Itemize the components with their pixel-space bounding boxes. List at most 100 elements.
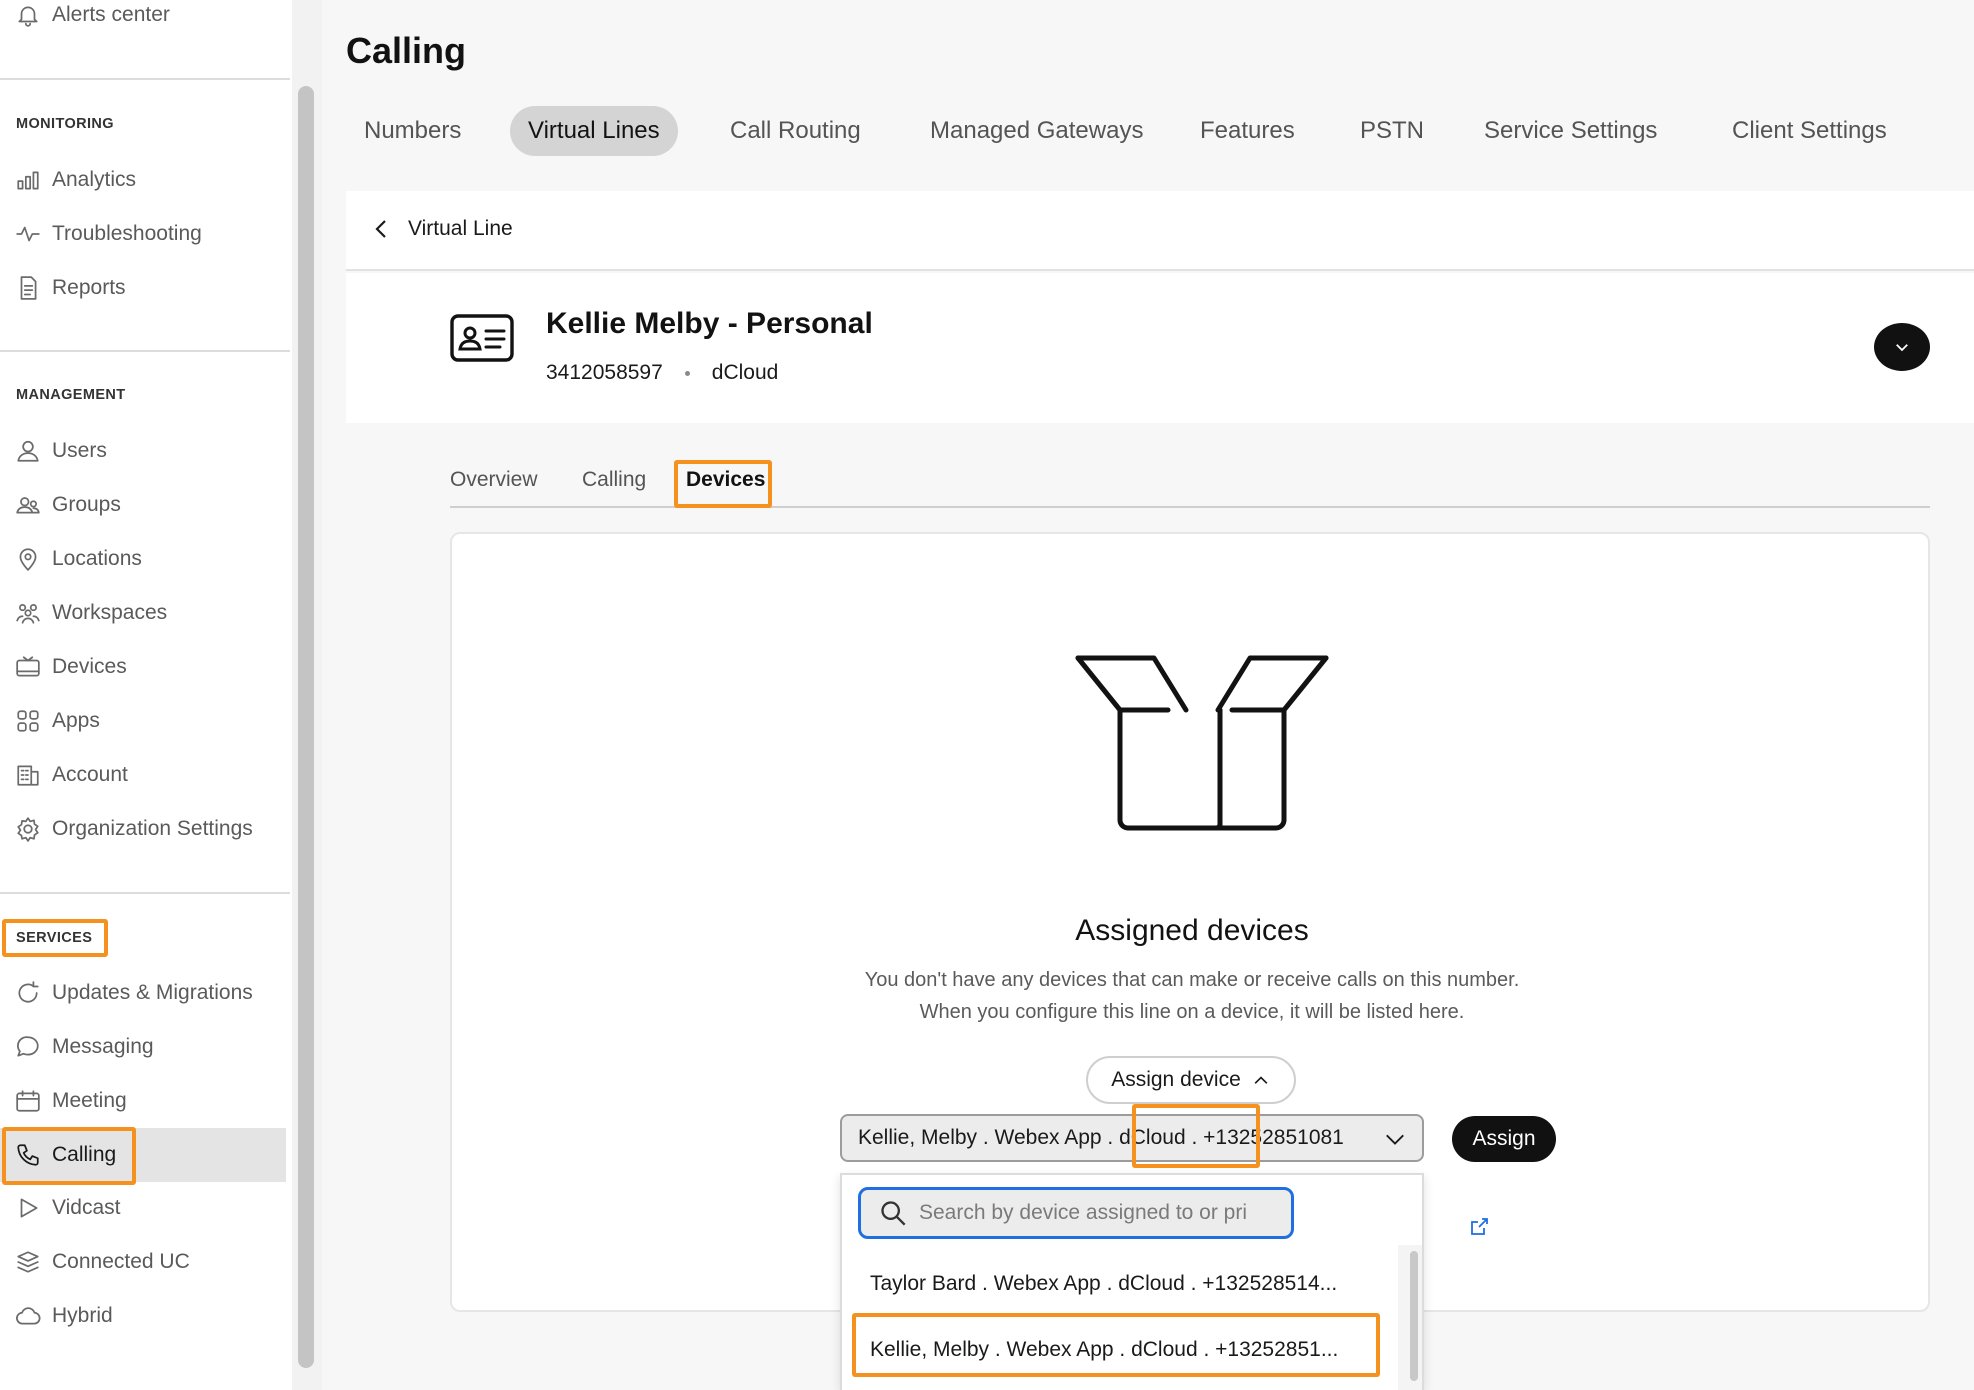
empty-box-illustration xyxy=(1075,655,1329,831)
sidebar-item-reports[interactable]: Reports xyxy=(0,261,286,315)
sidebar-item-users[interactable]: Users xyxy=(0,424,286,478)
sidebar-item-label: Apps xyxy=(52,709,100,732)
tab-calling[interactable]: Calling xyxy=(582,468,646,492)
sidebar-scrollbar-thumb[interactable] xyxy=(298,86,314,1368)
sidebar-item-alerts-center[interactable]: Alerts center xyxy=(0,0,286,42)
calendar-icon xyxy=(14,1087,42,1115)
divider xyxy=(0,350,290,352)
sidebar-item-label: Messaging xyxy=(52,1035,154,1058)
assign-device-label: Assign device xyxy=(1111,1068,1241,1091)
sidebar-item-label: Updates & Migrations xyxy=(52,981,253,1004)
chevron-down-icon xyxy=(1386,1134,1404,1145)
document-icon xyxy=(14,274,42,302)
assigned-devices-description: You don't have any devices that can make… xyxy=(452,964,1932,1028)
sidebar-item-analytics[interactable]: Analytics xyxy=(0,153,286,207)
tab-devices[interactable]: Devices xyxy=(686,468,765,492)
virtual-line-header: Kellie Melby - Personal 3412058597 dClou… xyxy=(346,273,1974,423)
sidebar-item-groups[interactable]: Groups xyxy=(0,478,286,532)
refresh-icon xyxy=(14,979,42,1007)
gear-icon xyxy=(14,815,42,843)
tab-managed-gateways[interactable]: Managed Gateways xyxy=(912,106,1161,156)
sidebar-item-updates-migrations[interactable]: Updates & Migrations xyxy=(0,966,286,1020)
organization-name: dCloud xyxy=(711,361,779,384)
external-link-icon[interactable] xyxy=(1470,1217,1488,1237)
tab-pstn[interactable]: PSTN xyxy=(1342,106,1442,156)
sidebar-item-label: Connected UC xyxy=(52,1250,190,1273)
phone-number: 3412058597 xyxy=(546,361,663,384)
description-line-2: When you configure this line on a device… xyxy=(919,1001,1465,1023)
sidebar-item-label: Alerts center xyxy=(52,3,170,26)
sidebar-item-label: Calling xyxy=(52,1143,117,1166)
tab-features[interactable]: Features xyxy=(1182,106,1313,156)
bell-icon xyxy=(14,1,42,29)
phone-icon xyxy=(14,1141,42,1169)
sidebar-item-locations[interactable]: Locations xyxy=(0,532,286,586)
search-icon xyxy=(881,1201,906,1226)
bar-chart-icon xyxy=(14,166,42,194)
sidebar-item-meeting[interactable]: Meeting xyxy=(0,1074,286,1128)
sidebar-item-workspaces[interactable]: Workspaces xyxy=(0,586,286,640)
workspaces-icon xyxy=(14,599,42,627)
sidebar-item-account[interactable]: Account xyxy=(0,748,286,802)
device-search-input[interactable] xyxy=(919,1201,1279,1225)
device-icon xyxy=(14,653,42,681)
dropdown-scrollbar-thumb[interactable] xyxy=(1410,1251,1418,1381)
chat-bubble-icon xyxy=(14,1033,42,1061)
sidebar-item-apps[interactable]: Apps xyxy=(0,694,286,748)
sidebar-item-label: Account xyxy=(52,763,128,786)
layers-icon xyxy=(14,1248,42,1276)
divider xyxy=(0,892,290,894)
cloud-icon xyxy=(14,1302,42,1330)
tab-numbers[interactable]: Numbers xyxy=(346,106,479,156)
device-search[interactable] xyxy=(858,1187,1294,1239)
sidebar-item-label: Organization Settings xyxy=(52,817,253,840)
selected-device: Kellie, Melby . Webex App . dCloud . +13… xyxy=(858,1126,1344,1149)
sidebar-item-vidcast[interactable]: Vidcast xyxy=(0,1181,286,1235)
actions-menu-button[interactable] xyxy=(1874,323,1930,371)
sidebar-item-label: Hybrid xyxy=(52,1304,113,1327)
assign-button[interactable]: Assign xyxy=(1452,1116,1556,1162)
contact-card-icon xyxy=(450,314,514,362)
section-heading-monitoring: MONITORING xyxy=(16,116,114,132)
page-title: Calling xyxy=(346,30,467,71)
assign-device-button[interactable]: Assign device xyxy=(1086,1056,1296,1104)
chevron-up-icon xyxy=(1254,1076,1268,1084)
back-button[interactable]: Virtual Line xyxy=(370,217,513,241)
virtual-line-meta: 3412058597 dCloud xyxy=(546,361,778,385)
sidebar-item-label: Workspaces xyxy=(52,601,168,624)
sidebar-item-hybrid[interactable]: Hybrid xyxy=(0,1289,286,1343)
section-heading-management: MANAGEMENT xyxy=(16,387,126,403)
assigned-devices-title: Assigned devices xyxy=(1075,914,1309,947)
tab-call-routing[interactable]: Call Routing xyxy=(712,106,879,156)
device-dropdown: Taylor Bard . Webex App . dCloud . +1325… xyxy=(840,1173,1424,1390)
device-option[interactable]: Taylor Bard . Webex App . dCloud . +1325… xyxy=(858,1259,1378,1309)
sidebar-item-calling[interactable]: Calling xyxy=(0,1128,286,1182)
sidebar-item-messaging[interactable]: Messaging xyxy=(0,1020,286,1074)
sidebar-item-devices[interactable]: Devices xyxy=(0,640,286,694)
sidebar-item-connected-uc[interactable]: Connected UC xyxy=(0,1235,286,1289)
sidebar: Alerts center MONITORING Analytics Troub… xyxy=(0,0,292,1390)
tab-virtual-lines[interactable]: Virtual Lines xyxy=(510,106,678,156)
sidebar-item-label: Meeting xyxy=(52,1089,127,1112)
device-select[interactable]: Kellie, Melby . Webex App . dCloud . +13… xyxy=(840,1114,1424,1162)
section-heading-services: SERVICES xyxy=(16,930,93,946)
tab-overview[interactable]: Overview xyxy=(450,468,538,492)
separator-dot xyxy=(684,370,690,376)
pulse-icon xyxy=(14,220,42,248)
sidebar-item-troubleshooting[interactable]: Troubleshooting xyxy=(0,207,286,261)
chevron-left-icon xyxy=(375,220,386,238)
sidebar-item-label: Troubleshooting xyxy=(52,222,202,245)
sidebar-item-label: Analytics xyxy=(52,168,137,191)
chevron-down-icon xyxy=(1896,344,1908,352)
sub-tabs: Overview Calling Devices xyxy=(450,462,1930,508)
device-option[interactable]: Kellie, Melby . Webex App . dCloud . +13… xyxy=(858,1325,1378,1375)
tab-service-settings[interactable]: Service Settings xyxy=(1466,106,1675,156)
divider xyxy=(0,78,290,80)
apps-grid-icon xyxy=(14,707,42,735)
location-pin-icon xyxy=(14,545,42,573)
sidebar-item-label: Groups xyxy=(52,493,121,516)
tab-client-settings[interactable]: Client Settings xyxy=(1714,106,1905,156)
user-icon xyxy=(14,437,42,465)
description-line-1: You don't have any devices that can make… xyxy=(864,969,1520,991)
sidebar-item-organization-settings[interactable]: Organization Settings xyxy=(0,802,286,856)
